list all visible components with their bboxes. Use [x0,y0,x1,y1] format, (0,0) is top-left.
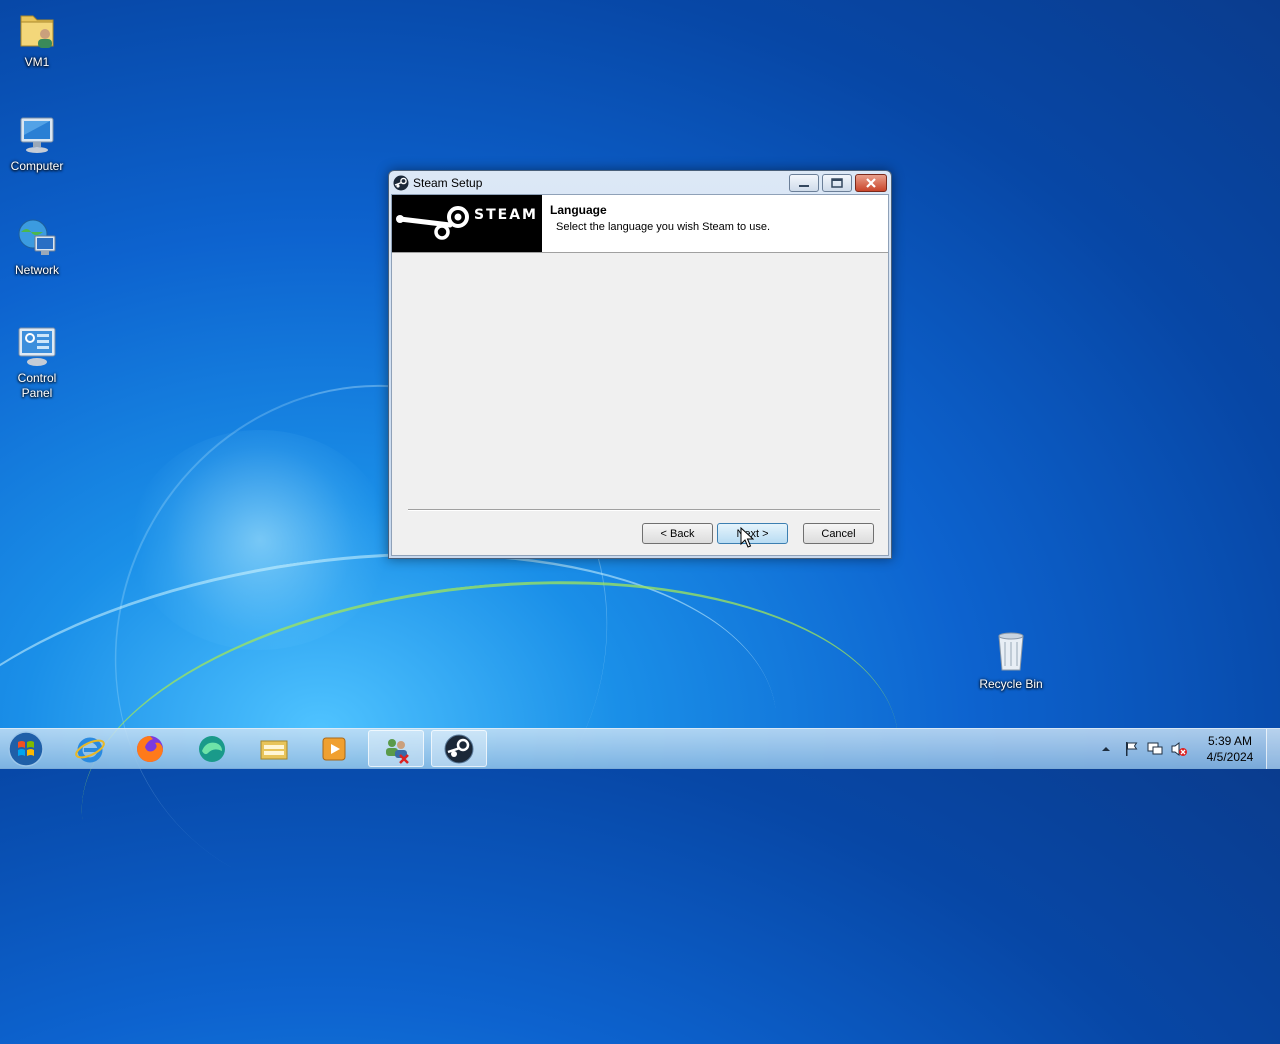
internet-explorer-icon [75,737,105,762]
minimize-button[interactable] [789,174,819,192]
control-panel-icon [15,324,59,368]
mouse-cursor-icon [740,526,755,549]
desktop-icon-network[interactable]: Network [2,216,72,278]
wallpaper-glow [130,430,390,650]
desktop-icon-label: Computer [10,159,64,173]
close-icon [866,178,876,188]
network-icon [15,216,59,260]
maximize-button[interactable] [822,174,852,192]
windows-logo-icon [8,731,44,767]
minimize-icon [799,185,809,187]
maximize-icon [831,178,843,188]
file-explorer-icon [260,740,288,759]
firefox-icon [137,735,163,762]
cancel-button[interactable]: Cancel [803,523,874,544]
desktop-icon-label: Network [14,263,59,277]
taskbar-firefox[interactable] [122,730,178,767]
desktop-icon-control-panel[interactable]: Control Panel [2,324,72,401]
clock-time: 5:39 AM [1207,734,1253,748]
close-button[interactable] [855,174,887,192]
taskbar-file-explorer[interactable] [246,730,302,767]
desktop-icon-label: Control Panel [17,371,57,400]
computer-icon [15,112,59,156]
desktop-icon-label: VM1 [24,55,50,69]
taskbar-browser[interactable] [184,730,240,767]
show-desktop-button[interactable] [1266,729,1280,769]
steam-icon [393,175,409,191]
taskbar: 5:39 AM 4/5/2024 [0,728,1280,769]
steam-logo-icon [396,206,469,240]
clock-date: 4/5/2024 [1206,750,1254,764]
window-title: Steam Setup [413,176,483,190]
desktop-icon-vm1[interactable]: VM1 [2,8,72,70]
back-button[interactable]: < Back [642,523,713,544]
desktop-icon-label: Recycle Bin [979,677,1043,691]
page-subtitle: Select the language you wish Steam to us… [556,221,771,233]
taskbar-internet-explorer[interactable] [62,730,118,767]
network-status-icon[interactable] [1146,740,1164,758]
title-bar[interactable]: Steam Setup [389,171,891,195]
taskbar-media-player[interactable] [306,730,362,767]
taskbar-network-users[interactable] [368,730,424,767]
steam-setup-window: Steam Setup STEAM Language Select the la… [388,170,892,559]
clock[interactable]: 5:39 AM 4/5/2024 [1200,733,1260,765]
user-folder-icon [15,8,59,52]
dialog-body: STEAM Language Select the language you w… [391,194,889,556]
show-hidden-icons-chevron-icon[interactable] [1098,741,1114,757]
browser-icon [199,735,225,762]
steam-icon [444,734,474,763]
steam-logo: STEAM [392,195,542,252]
system-tray [1098,729,1188,769]
button-separator [408,509,880,511]
start-button[interactable] [6,730,46,768]
media-player-icon [322,737,346,760]
volume-muted-icon[interactable] [1170,740,1188,758]
desktop-icon-recycle-bin[interactable]: Recycle Bin [976,630,1046,692]
action-center-flag-icon[interactable] [1122,740,1140,758]
wallpaper-swoosh [0,499,806,1044]
wizard-header: STEAM Language Select the language you w… [392,195,888,253]
network-users-icon [386,738,409,764]
taskbar-steam[interactable] [431,730,487,767]
page-title: Language [550,203,607,217]
steam-logo-text: STEAM [474,207,538,223]
desktop-icon-computer[interactable]: Computer [2,112,72,174]
recycle-bin-icon [989,630,1033,674]
